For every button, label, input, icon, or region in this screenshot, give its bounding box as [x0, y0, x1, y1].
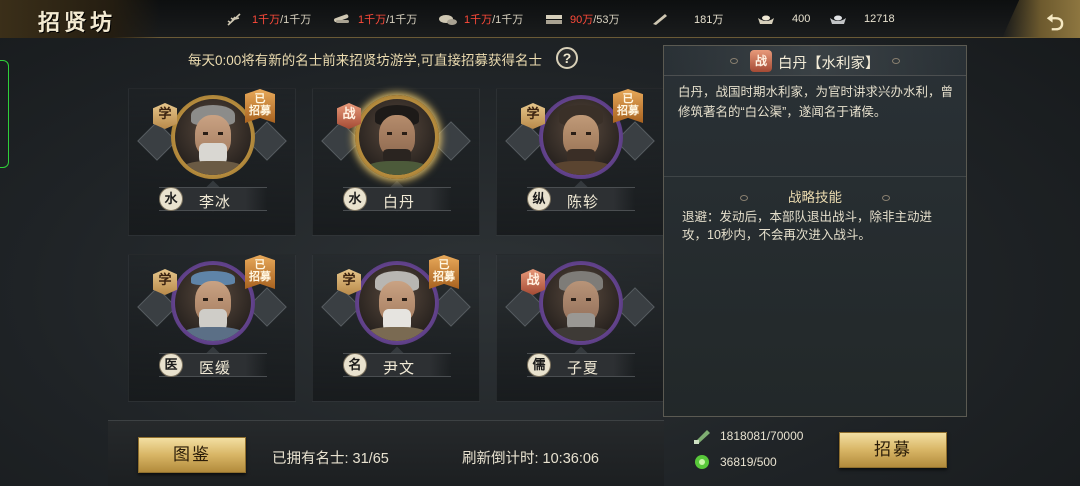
portrait-frame — [355, 261, 439, 345]
school-icon: 水 — [343, 187, 367, 211]
resource-wood[interactable]: 1千万 /1千万 — [332, 0, 417, 38]
title-plate: 招贤坊 — [0, 0, 160, 38]
hero-name: 尹文 — [383, 360, 416, 377]
resource-gold[interactable]: 400 — [756, 0, 810, 38]
owned-count: 已拥有名士: 31/65 — [272, 451, 389, 467]
name-plate: 水 白丹 — [343, 187, 451, 211]
name-plate: 医 医缓 — [159, 353, 267, 377]
stone-icon — [439, 15, 457, 25]
divider — [664, 176, 966, 177]
class-badge: 学 — [521, 103, 545, 129]
hero-card-chenzhen[interactable]: 学 已招募 纵 陈轸 — [496, 88, 664, 236]
hero-portrait — [175, 99, 251, 175]
name-plate: 名 尹文 — [343, 353, 451, 377]
hero-card-baidan[interactable]: 战 水 白丹 — [312, 88, 480, 236]
hero-portrait — [359, 265, 435, 341]
recruit-button[interactable]: 招募 — [839, 432, 947, 468]
hero-name: 医缓 — [199, 360, 232, 377]
back-arrow-icon: ⮌ — [1046, 10, 1064, 35]
flourish-icon — [892, 58, 900, 64]
silver-ingot-icon — [830, 15, 846, 24]
daily-notice: 每天0:00将有新的名士前来招贤坊游学,可直接招募获得名士 — [188, 53, 543, 68]
side-drawer-handle[interactable] — [0, 60, 9, 168]
bottom-bar: 图鉴 已拥有名士: 31/65 刷新倒计时: 10:36:06 — [108, 420, 664, 486]
hero-name: 白丹 — [383, 194, 416, 211]
hero-name: 陈轸 — [567, 194, 600, 211]
scroll-icon — [694, 430, 710, 444]
school-icon: 医 — [159, 353, 183, 377]
top-bar: 招贤坊 1千万 /1千万 1千万 /1千万 1千万 /1千万 90万 /53万 … — [0, 0, 1080, 38]
hero-name: 子夏 — [567, 360, 600, 377]
school-icon: 名 — [343, 353, 367, 377]
cost-resource-2: 36819/500 — [692, 453, 777, 471]
resource-iron[interactable]: 90万 /53万 — [544, 0, 620, 38]
portrait-frame-selected — [355, 95, 439, 179]
cost-resource-1: 1818081/70000 — [692, 427, 803, 445]
recruited-tag: 已招募 — [429, 255, 459, 289]
class-badge: 学 — [153, 269, 177, 295]
class-badge: 战 — [750, 50, 772, 72]
iron-icon — [546, 15, 562, 24]
class-badge: 战 — [521, 269, 545, 295]
hero-card-yinwen[interactable]: 学 已招募 名 尹文 — [312, 254, 480, 402]
skill-description: 退避：发动后，本部队退出战斗，除非主动进攻，10秒内，不会再次进入战斗。 — [682, 210, 933, 242]
resource-decree[interactable]: 181万 — [650, 0, 723, 38]
name-plate: 儒 子夏 — [527, 353, 635, 377]
flourish-icon — [730, 58, 738, 64]
name-plate: 水 李冰 — [159, 187, 267, 211]
hero-detail-panel: 战 白丹【水利家】 白丹，战国时期水利家，为官时讲求兴办水利，曾修筑著名的“白公… — [663, 45, 967, 417]
jade-icon — [695, 455, 709, 469]
hero-bio: 白丹，战国时期水利家，为官时讲求兴办水利，曾修筑著名的“白公渠”，遂闻名于诸侯。 — [678, 85, 954, 119]
wood-icon — [334, 14, 349, 23]
hero-card-libing[interactable]: 学 已招募 水 李冰 — [128, 88, 296, 236]
resource-stone[interactable]: 1千万 /1千万 — [438, 0, 523, 38]
portrait-frame — [171, 95, 255, 179]
hero-portrait — [543, 265, 619, 341]
detail-hero-name: 白丹【水利家】 — [778, 56, 880, 72]
hero-portrait — [359, 99, 435, 175]
portrait-frame — [539, 95, 623, 179]
hero-card-yihuan[interactable]: 学 已招募 医 医缓 — [128, 254, 296, 402]
class-badge: 学 — [153, 103, 177, 129]
portrait-frame — [539, 261, 623, 345]
gold-ingot-icon — [758, 15, 774, 24]
grain-icon — [227, 13, 241, 26]
class-badge: 战 — [337, 103, 361, 129]
school-icon: 水 — [159, 187, 183, 211]
recruited-tag: 已招募 — [245, 89, 275, 123]
page-title: 招贤坊 — [38, 10, 117, 36]
flourish-icon — [882, 195, 890, 201]
detail-header: 战 白丹【水利家】 — [664, 46, 966, 76]
recruited-tag: 已招募 — [245, 255, 275, 289]
decree-icon — [653, 14, 667, 25]
hero-name: 李冰 — [199, 194, 232, 211]
hero-portrait — [543, 99, 619, 175]
portrait-frame — [171, 261, 255, 345]
skill-title: 战略技能 — [664, 186, 966, 206]
catalog-button[interactable]: 图鉴 — [138, 437, 246, 473]
resource-silver[interactable]: 12718 — [828, 0, 895, 38]
recruited-tag: 已招募 — [613, 89, 643, 123]
school-icon: 儒 — [527, 353, 551, 377]
help-icon[interactable]: ? — [556, 47, 578, 69]
hero-portrait — [175, 265, 251, 341]
resource-grain[interactable]: 1千万 /1千万 — [226, 0, 311, 38]
school-icon: 纵 — [527, 187, 551, 211]
refresh-countdown: 刷新倒计时: 10:36:06 — [462, 451, 599, 467]
name-plate: 纵 陈轸 — [527, 187, 635, 211]
flourish-icon — [740, 195, 748, 201]
hero-card-zixia[interactable]: 战 儒 子夏 — [496, 254, 664, 402]
class-badge: 学 — [337, 269, 361, 295]
back-button[interactable]: ⮌ — [1002, 0, 1080, 38]
